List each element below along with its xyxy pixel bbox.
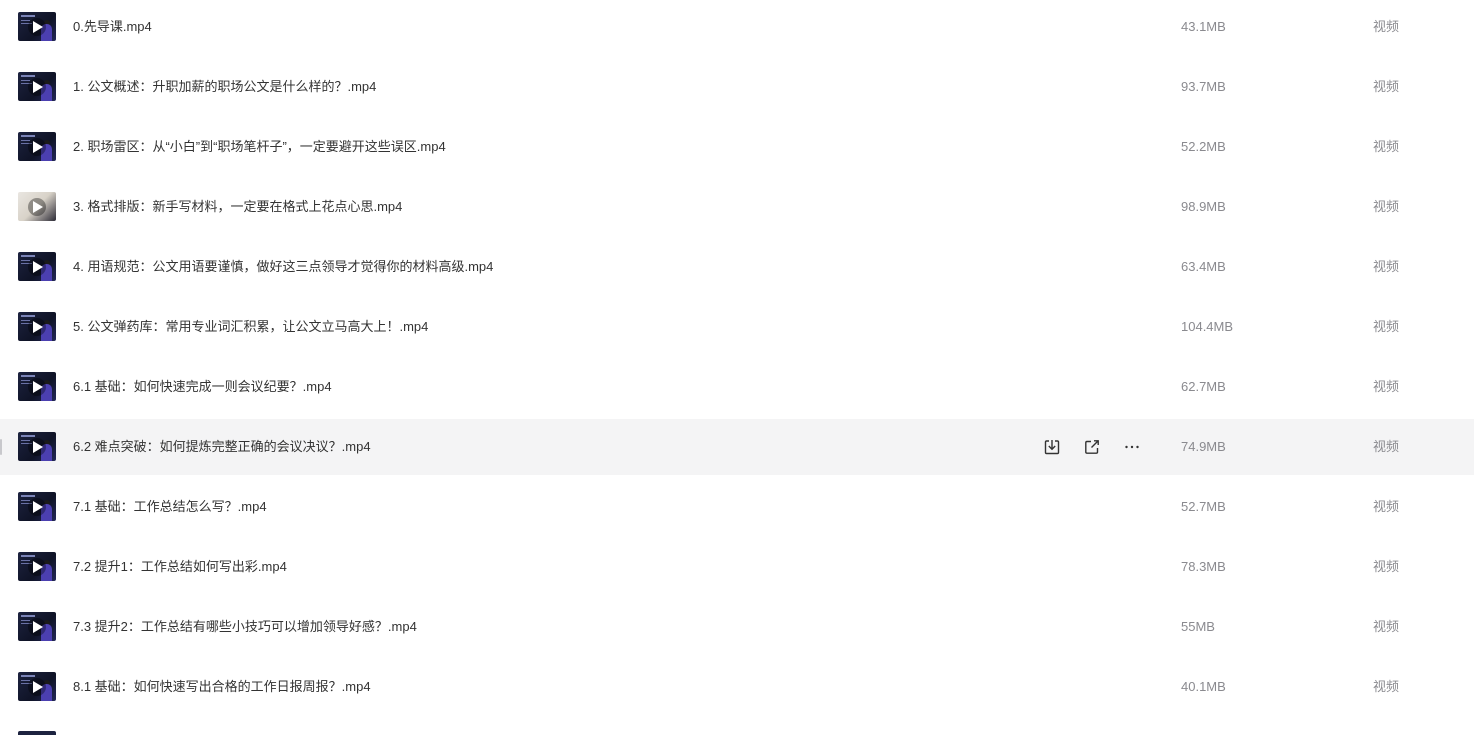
file-row[interactable]: 8.1 基础：如何快速写出合格的工作日报周报？.mp4 40.1MB 视频	[0, 659, 1474, 715]
file-size: 78.3MB	[1181, 559, 1226, 574]
file-size: 93.7MB	[1181, 79, 1226, 94]
play-icon	[33, 20, 43, 33]
file-size: 98.9MB	[1181, 199, 1226, 214]
file-type: 视频	[1373, 559, 1400, 574]
file-row[interactable]: 4. 用语规范：公文用语要谨慎，做好这三点领导才觉得你的材料高级.mp4 63.…	[0, 239, 1474, 295]
video-thumbnail[interactable]	[18, 372, 56, 401]
file-name[interactable]: 8.1 基础：如何快速写出合格的工作日报周报？.mp4	[73, 659, 371, 715]
play-icon	[33, 500, 43, 513]
play-icon	[33, 140, 43, 153]
video-thumbnail[interactable]	[18, 72, 56, 101]
video-thumbnail[interactable]	[18, 432, 56, 461]
file-size: 52.7MB	[1181, 499, 1226, 514]
play-icon	[33, 680, 43, 693]
file-name[interactable]: 3. 格式排版：新手写材料，一定要在格式上花点心思.mp4	[73, 179, 402, 235]
file-type: 视频	[1373, 499, 1400, 514]
more-icon[interactable]	[1122, 437, 1142, 457]
file-size: 104.4MB	[1181, 319, 1234, 334]
video-thumbnail[interactable]	[18, 552, 56, 581]
video-thumbnail[interactable]	[18, 132, 56, 161]
share-icon[interactable]	[1082, 437, 1102, 457]
file-name[interactable]: 7.1 基础：工作总结怎么写？.mp4	[73, 479, 267, 535]
file-row[interactable]: 3. 格式排版：新手写材料，一定要在格式上花点心思.mp4 98.9MB 视频	[0, 179, 1474, 235]
file-row[interactable]: 5. 公文弹药库：常用专业词汇积累，让公文立马高大上！.mp4 104.4MB …	[0, 299, 1474, 355]
play-icon	[33, 560, 43, 573]
file-size: 74.9MB	[1181, 439, 1226, 454]
row-checkbox-handle[interactable]	[0, 439, 2, 455]
file-type: 视频	[1373, 679, 1400, 694]
video-thumbnail[interactable]	[18, 12, 56, 41]
file-row[interactable]: 7.1 基础：工作总结怎么写？.mp4 52.7MB 视频	[0, 479, 1474, 535]
play-icon	[33, 440, 43, 453]
file-name[interactable]: 4. 用语规范：公文用语要谨慎，做好这三点领导才觉得你的材料高级.mp4	[73, 239, 493, 295]
file-type: 视频	[1373, 379, 1400, 394]
file-type: 视频	[1373, 139, 1400, 154]
file-list: 0.先导课.mp4 43.1MB 视频 1. 公文概述：升职加薪的职场公文是什么…	[0, 0, 1474, 735]
file-size: 63.4MB	[1181, 259, 1226, 274]
file-size: 43.1MB	[1181, 19, 1226, 34]
file-row-hovered[interactable]: 6.2 难点突破：如何提炼完整正确的会议决议？.mp4 74.9MB 视频	[0, 419, 1474, 475]
video-thumbnail[interactable]	[18, 672, 56, 701]
file-name[interactable]: 0.先导课.mp4	[73, 0, 152, 55]
file-row[interactable]: 7.3 提升2：工作总结有哪些小技巧可以增加领导好感？.mp4 55MB 视频	[0, 599, 1474, 655]
file-row[interactable]: 1. 公文概述：升职加薪的职场公文是什么样的？.mp4 93.7MB 视频	[0, 59, 1474, 115]
file-type: 视频	[1373, 319, 1400, 334]
file-type: 视频	[1373, 199, 1400, 214]
file-type: 视频	[1373, 79, 1400, 94]
video-thumbnail[interactable]	[18, 252, 56, 281]
play-icon	[33, 200, 43, 213]
file-type: 视频	[1373, 19, 1400, 34]
file-name[interactable]: 5. 公文弹药库：常用专业词汇积累，让公文立马高大上！.mp4	[73, 299, 428, 355]
file-type: 视频	[1373, 439, 1400, 454]
file-type: 视频	[1373, 619, 1400, 634]
file-name[interactable]: 7.3 提升2：工作总结有哪些小技巧可以增加领导好感？.mp4	[73, 599, 417, 655]
file-size: 62.7MB	[1181, 379, 1226, 394]
video-thumbnail[interactable]	[18, 492, 56, 521]
file-row[interactable]: 6.1 基础：如何快速完成一则会议纪要？.mp4 62.7MB 视频	[0, 359, 1474, 415]
video-thumbnail-partial[interactable]	[18, 731, 56, 735]
play-icon	[33, 260, 43, 273]
file-name[interactable]: 1. 公文概述：升职加薪的职场公文是什么样的？.mp4	[73, 59, 376, 115]
file-row[interactable]: 2. 职场雷区：从“小白”到“职场笔杆子”，一定要避开这些误区.mp4 52.2…	[0, 119, 1474, 175]
download-icon[interactable]	[1042, 437, 1062, 457]
file-size: 55MB	[1181, 619, 1215, 634]
file-name[interactable]: 2. 职场雷区：从“小白”到“职场笔杆子”，一定要避开这些误区.mp4	[73, 119, 446, 175]
row-actions	[1042, 437, 1162, 457]
file-size: 40.1MB	[1181, 679, 1226, 694]
play-icon	[33, 320, 43, 333]
file-name[interactable]: 7.2 提升1：工作总结如何写出彩.mp4	[73, 539, 287, 595]
play-icon	[33, 620, 43, 633]
video-thumbnail[interactable]	[18, 312, 56, 341]
file-name[interactable]: 6.1 基础：如何快速完成一则会议纪要？.mp4	[73, 359, 332, 415]
file-name[interactable]: 6.2 难点突破：如何提炼完整正确的会议决议？.mp4	[73, 419, 371, 475]
play-icon	[33, 80, 43, 93]
file-type: 视频	[1373, 259, 1400, 274]
file-row[interactable]: 7.2 提升1：工作总结如何写出彩.mp4 78.3MB 视频	[0, 539, 1474, 595]
file-size: 52.2MB	[1181, 139, 1226, 154]
play-icon	[33, 380, 43, 393]
video-thumbnail[interactable]	[18, 612, 56, 641]
file-row[interactable]: 0.先导课.mp4 43.1MB 视频	[0, 0, 1474, 55]
video-thumbnail[interactable]	[18, 192, 56, 221]
